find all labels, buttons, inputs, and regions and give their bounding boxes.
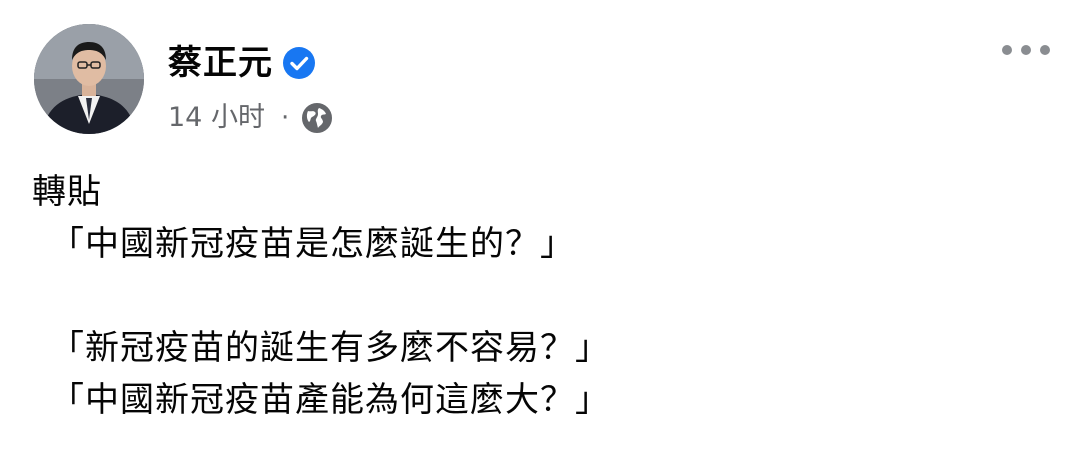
author-name-row: 蔡正元	[168, 38, 315, 88]
person-avatar-icon	[34, 24, 144, 134]
author-name[interactable]: 蔡正元	[168, 38, 273, 88]
verified-badge-icon	[283, 47, 315, 79]
post-text-line: 轉貼	[32, 172, 102, 212]
post-text-line: 「中國新冠疫苗是怎麼誕生的？」	[50, 224, 575, 264]
meta-separator: ·	[280, 103, 290, 133]
globe-icon[interactable]	[301, 102, 333, 134]
post-text-line: 「新冠疫苗的誕生有多麼不容易？」	[50, 328, 610, 368]
author-avatar[interactable]	[34, 24, 144, 134]
post-timestamp[interactable]: 14 小时	[168, 98, 265, 138]
post-meta: 14 小时 ·	[168, 98, 333, 138]
more-options-icon[interactable]	[1002, 40, 1050, 60]
post-text-line: 「中國新冠疫苗產能為何這麼大？」	[50, 380, 610, 420]
post-body: 轉貼 「中國新冠疫苗是怎麼誕生的？」 「新冠疫苗的誕生有多麼不容易？」 「中國新…	[32, 166, 1052, 426]
